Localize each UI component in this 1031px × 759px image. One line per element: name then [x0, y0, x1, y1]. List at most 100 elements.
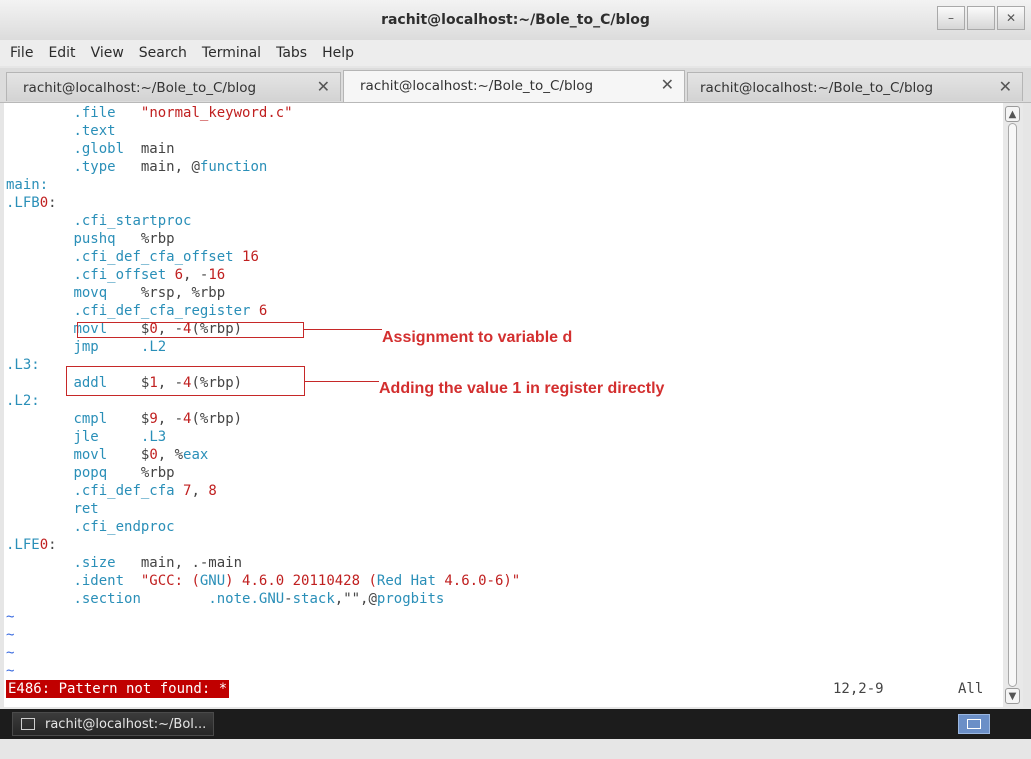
- code-token: 0: [39, 195, 49, 211]
- code-token: -6)": [486, 573, 521, 589]
- maximize-button[interactable]: [967, 6, 995, 30]
- code-token: movq: [73, 285, 108, 301]
- code-token: .file: [73, 105, 116, 121]
- code-token: , -: [157, 411, 184, 427]
- tab-1[interactable]: rachit@localhost:~/Bole_to_C/blog ✕: [6, 72, 341, 101]
- tab-close-icon[interactable]: ✕: [661, 75, 674, 94]
- code-token: -: [284, 591, 293, 607]
- code-token: .section: [73, 591, 141, 607]
- code-token: .L3:: [6, 357, 40, 373]
- status-message: E486: Pattern not found: *: [6, 680, 230, 698]
- code-token: popq: [73, 465, 108, 481]
- menu-edit[interactable]: Edit: [48, 45, 75, 61]
- scrollbar-thumb[interactable]: [1008, 123, 1017, 687]
- code-token: main:: [6, 177, 49, 193]
- code-line: jle .L3: [6, 428, 166, 446]
- annotation-assignment: Assignment to variable d: [382, 329, 573, 346]
- terminal-icon: [21, 718, 35, 730]
- minimize-icon: –: [948, 11, 954, 25]
- scrollbar[interactable]: ▲ ▼: [1003, 103, 1023, 707]
- window-title: rachit@localhost:~/Bole_to_C/blog: [381, 12, 650, 28]
- minimize-button[interactable]: –: [937, 6, 965, 30]
- code-token: %rbp: [115, 231, 175, 247]
- scroll-up-button[interactable]: ▲: [1005, 106, 1020, 122]
- code-line: .cfi_endproc: [6, 518, 175, 536]
- annotation-adding: Adding the value 1 in register directly: [379, 380, 665, 397]
- code-token: .size: [73, 555, 116, 571]
- terminal-area[interactable]: ~ ~ ~ ~ .section .note.GNU-stack,"",@progbi…: [4, 103, 1003, 707]
- window-controls: – ✕: [935, 6, 1025, 30]
- tab-close-icon[interactable]: ✕: [317, 77, 330, 96]
- code-token: stack: [292, 591, 335, 607]
- menu-help[interactable]: Help: [322, 45, 354, 61]
- workspace-icon: [967, 719, 981, 729]
- menu-search[interactable]: Search: [139, 45, 187, 61]
- scroll-down-button[interactable]: ▼: [1005, 688, 1020, 704]
- code-line: .ident "GCC: (GNU) 4.6.0 20110428 (Red H…: [6, 572, 520, 590]
- code-line: ~: [6, 644, 14, 662]
- tab-close-icon[interactable]: ✕: [999, 77, 1012, 96]
- code-token: .cfi_def_cfa: [73, 483, 175, 499]
- menu-file[interactable]: File: [10, 45, 33, 61]
- code-token: main, .-main: [115, 555, 243, 571]
- code-token: $: [107, 411, 150, 427]
- code-token: .cfi_startproc: [73, 213, 192, 229]
- code-line: .cfi_def_cfa_offset 16: [6, 248, 258, 266]
- tab-3[interactable]: rachit@localhost:~/Bole_to_C/blog ✕: [687, 72, 1023, 101]
- workspace-switcher[interactable]: [958, 714, 990, 734]
- code-line: .LFE0:: [6, 536, 57, 554]
- code-line: ~: [6, 662, 14, 680]
- tab-label: rachit@localhost:~/Bole_to_C/blog: [700, 80, 934, 96]
- code-line: main:: [6, 176, 48, 194]
- code-token: ret: [73, 501, 99, 517]
- taskbar-window-item[interactable]: rachit@localhost:~/Bol...: [12, 712, 214, 736]
- taskbar-item-label: rachit@localhost:~/Bol...: [45, 717, 207, 732]
- code-token: , -: [183, 267, 209, 283]
- code-token: :: [48, 537, 57, 553]
- code-token: .L3: [140, 429, 167, 445]
- code-line: .L3:: [6, 356, 40, 374]
- code-token: 6: [258, 303, 268, 319]
- code-token: ~: [6, 627, 15, 643]
- code-line: movq %rsp, %rbp: [6, 284, 225, 302]
- code-line: .cfi_offset 6, -16: [6, 266, 225, 284]
- code-token: pushq: [73, 231, 116, 247]
- code-token: 9: [149, 411, 158, 427]
- code-line: .text: [6, 122, 115, 140]
- menu-tabs[interactable]: Tabs: [276, 45, 307, 61]
- code-line: pushq %rbp: [6, 230, 175, 248]
- window-titlebar[interactable]: rachit@localhost:~/Bole_to_C/blog – ✕: [0, 0, 1031, 41]
- code-line: .cfi_def_cfa 7, 8: [6, 482, 216, 500]
- desktop-bottom: [0, 739, 1031, 759]
- menu-bar: File Edit View Search Terminal Tabs Help: [0, 40, 1031, 66]
- menu-view[interactable]: View: [91, 45, 124, 61]
- code-token: %rbp: [107, 465, 175, 481]
- menu-terminal[interactable]: Terminal: [202, 45, 261, 61]
- close-window-button[interactable]: ✕: [997, 6, 1025, 30]
- code-line: .L2:: [6, 392, 40, 410]
- code-token: ,"",@: [334, 591, 377, 607]
- code-token: 0: [39, 537, 49, 553]
- code-token: 0: [149, 447, 158, 463]
- tab-label: rachit@localhost:~/Bole_to_C/blog: [23, 80, 257, 96]
- tab-2[interactable]: rachit@localhost:~/Bole_to_C/blog ✕: [343, 70, 685, 102]
- code-token: $: [107, 447, 150, 463]
- code-token: .cfi_endproc: [73, 519, 175, 535]
- code-token: .ident: [73, 573, 125, 589]
